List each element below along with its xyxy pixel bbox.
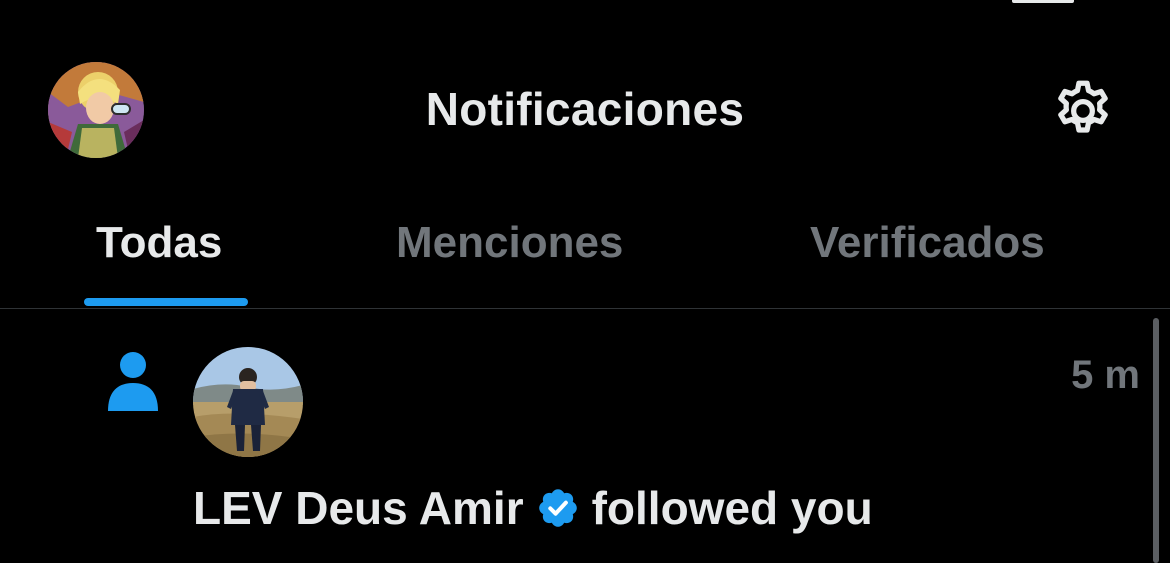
notification-item[interactable]: 5 m LEV Deus Amir followed you	[0, 309, 1170, 563]
person-icon	[106, 349, 160, 411]
user-name-link[interactable]: LEV Deus Amir	[193, 481, 524, 535]
verified-badge-icon	[536, 486, 580, 530]
tab-menciones[interactable]: Menciones	[396, 218, 623, 268]
scrollbar[interactable]	[1153, 318, 1159, 563]
tab-todas[interactable]: Todas	[96, 218, 222, 268]
tab-verificados[interactable]: Verificados	[810, 218, 1045, 268]
page-title: Notificaciones	[425, 83, 745, 135]
notification-tabs: Todas Menciones Verificados	[0, 200, 1170, 308]
notification-action: followed you	[591, 482, 873, 534]
header: Notificaciones	[0, 0, 1170, 200]
notification-text: LEV Deus Amir followed you	[193, 481, 873, 535]
notification-time: 5 m	[1071, 353, 1140, 397]
active-tab-indicator	[84, 298, 248, 306]
settings-button[interactable]	[1048, 76, 1118, 146]
gear-icon	[1058, 80, 1108, 133]
follower-avatar[interactable]	[193, 347, 303, 457]
follower-avatar-image	[193, 347, 303, 457]
